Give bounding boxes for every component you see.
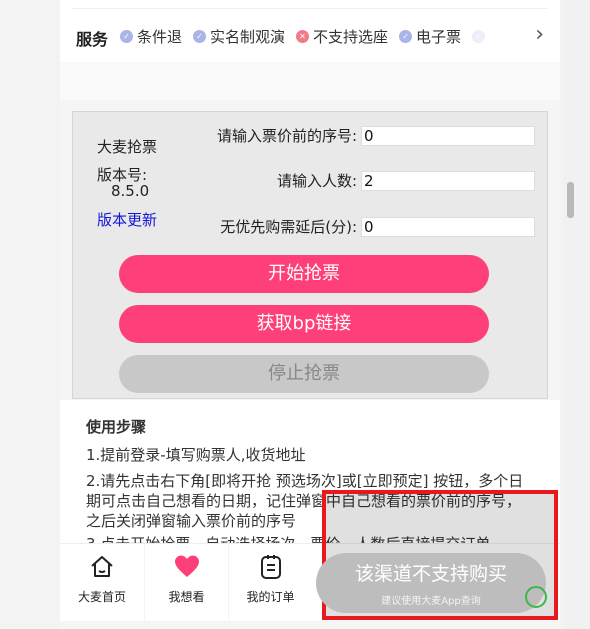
service-item-label: 实名制观演	[210, 28, 286, 46]
home-icon	[91, 556, 113, 577]
grab-ticket-panel: 大麦抢票 版本号: 8.5.0 版本更新 请输入票价前的序号: 请输入人数: 无…	[72, 111, 548, 399]
service-title: 服务	[76, 30, 109, 49]
service-item: ✓ 条件退	[120, 26, 182, 47]
heart-icon	[175, 555, 199, 577]
service-row[interactable]: 服务 ✓ 条件退 ✓ 实名制观演 ✕ 不支持选座 ✓ 电子票 ✓ ›	[60, 0, 560, 62]
start-grab-button[interactable]: 开始抢票	[119, 255, 489, 293]
service-item-label: 电子票	[416, 28, 462, 46]
app-name: 大麦抢票	[97, 138, 158, 156]
price-index-input[interactable]	[361, 125, 535, 146]
service-item: ✓	[472, 26, 489, 47]
service-item: ✓ 实名制观演	[193, 26, 285, 47]
tab-want[interactable]: 我想看	[144, 544, 228, 622]
tab-home[interactable]: 大麦首页	[60, 544, 144, 622]
check-circle-icon: ✓	[399, 30, 413, 43]
price-index-label: 请输入票价前的序号:	[216, 127, 357, 145]
get-bp-link-button[interactable]: 获取bp链接	[119, 305, 489, 343]
buy-button-label: 该渠道不支持购买	[354, 563, 507, 585]
version-update-link[interactable]: 版本更新	[97, 209, 157, 230]
price-index-row: 请输入票价前的序号:	[217, 125, 535, 146]
service-item: ✕ 不支持选座	[296, 26, 388, 47]
delay-label: 无优先购需延后(分):	[220, 218, 357, 236]
delay-row: 无优先购需延后(分):	[220, 216, 535, 237]
check-circle-icon: ✓	[193, 30, 207, 43]
service-bar-spacer	[60, 62, 560, 100]
version-number: 8.5.0	[111, 182, 150, 200]
tab-label: 我想看	[168, 590, 205, 604]
people-count-row: 请输入人数:	[277, 170, 535, 191]
people-count-input[interactable]	[361, 170, 535, 191]
people-count-label: 请输入人数:	[276, 172, 357, 190]
buy-button[interactable]: 该渠道不支持购买 建议使用大麦App查询	[316, 553, 546, 613]
status-ring-icon	[525, 586, 547, 608]
scrollbar-track	[563, 0, 590, 629]
page: 服务 ✓ 条件退 ✓ 实名制观演 ✕ 不支持选座 ✓ 电子票 ✓ › 大麦抢票 …	[0, 0, 590, 629]
check-circle-icon: ✓	[120, 30, 133, 43]
check-circle-icon: ✓	[472, 30, 486, 43]
stop-grab-button[interactable]: 停止抢票	[119, 355, 489, 393]
step-item: 1.提前登录-填写购票人,收货地址	[86, 446, 306, 464]
chevron-right-icon[interactable]: ›	[535, 22, 544, 47]
tab-orders[interactable]: 我的订单	[228, 544, 312, 622]
scrollbar-thumb[interactable]	[567, 182, 574, 218]
buy-button-hint: 建议使用大麦App查询	[381, 596, 481, 607]
service-item-label: 不支持选座	[313, 28, 389, 46]
tab-label: 大麦首页	[77, 590, 126, 604]
order-list-icon	[261, 555, 281, 579]
steps-title: 使用步骤	[86, 418, 147, 436]
x-circle-icon: ✕	[296, 30, 310, 43]
service-item: ✓ 电子票	[399, 26, 461, 47]
service-item-label: 条件退	[137, 28, 183, 46]
tab-label: 我的订单	[246, 590, 295, 604]
service-items: ✓ 条件退 ✓ 实名制观演 ✕ 不支持选座 ✓ 电子票 ✓	[120, 26, 500, 47]
delay-input[interactable]	[361, 216, 535, 237]
